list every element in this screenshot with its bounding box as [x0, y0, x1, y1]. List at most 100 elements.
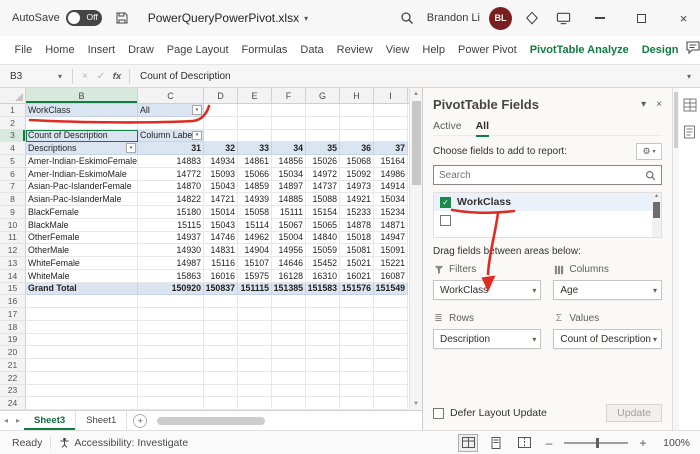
field-list-item-workclass[interactable]: ✓ WorkClass	[434, 193, 661, 211]
sheet-tab-sheet1[interactable]: Sheet1	[76, 411, 128, 430]
cell-F2[interactable]	[272, 116, 306, 130]
cell-G16[interactable]	[306, 295, 340, 308]
cell-C17[interactable]	[138, 308, 204, 321]
rail-grid-icon[interactable]	[681, 96, 698, 113]
cell-I9[interactable]: 15234	[374, 206, 408, 219]
cell-F14[interactable]: 16128	[272, 269, 306, 283]
cell-G14[interactable]: 16310	[306, 269, 340, 283]
cell-C9[interactable]: 15180	[138, 206, 204, 219]
cell-I6[interactable]: 14986	[374, 167, 408, 181]
column-header-G[interactable]: G	[306, 88, 340, 103]
cell-H20[interactable]	[340, 346, 374, 359]
cell-E20[interactable]	[238, 346, 272, 359]
autosave-toggle[interactable]: Off	[65, 10, 102, 26]
row-header-19[interactable]: 19	[0, 333, 26, 347]
ribbon-tab-draw[interactable]: Draw	[122, 36, 161, 64]
field-checkbox[interactable]	[440, 214, 451, 226]
cell-E10[interactable]: 15114	[238, 218, 272, 232]
cell-E15[interactable]: 151115	[238, 282, 272, 296]
cell-D3[interactable]	[204, 129, 238, 143]
row-header-10[interactable]: 10	[0, 218, 26, 232]
cell-G23[interactable]	[306, 384, 340, 398]
cell-B1[interactable]: WorkClass	[26, 104, 138, 117]
values-item-count-of-description[interactable]: Count of Description ▾	[553, 329, 662, 349]
cell-B7[interactable]: Asian-Pac-IslanderFemale	[26, 180, 138, 194]
cell-G8[interactable]: 15088	[306, 193, 340, 206]
cell-C6[interactable]: 14772	[138, 167, 204, 181]
cell-F20[interactable]	[272, 346, 306, 359]
cell-H23[interactable]	[340, 384, 374, 398]
cell-D10[interactable]: 15043	[204, 218, 238, 232]
cell-D13[interactable]: 15116	[204, 257, 238, 270]
cell-E23[interactable]	[238, 384, 272, 398]
cell-C3[interactable]: Column Labels ▾	[138, 129, 204, 143]
insert-function-icon[interactable]: fx	[109, 71, 125, 82]
ribbon-tab-insert[interactable]: Insert	[81, 36, 122, 64]
cell-D8[interactable]: 14721	[204, 193, 238, 206]
pane-options-icon[interactable]: ▾	[641, 99, 646, 110]
cell-H2[interactable]	[340, 116, 374, 130]
cell-D21[interactable]	[204, 359, 238, 372]
minimize-button[interactable]	[583, 0, 616, 36]
autosave-control[interactable]: AutoSave Off	[12, 10, 102, 26]
cell-B21[interactable]	[26, 359, 138, 372]
cell-F16[interactable]	[272, 295, 306, 308]
cell-D14[interactable]: 16016	[204, 269, 238, 283]
cell-B9[interactable]: BlackFemale	[26, 206, 138, 219]
cell-G3[interactable]	[306, 129, 340, 143]
cell-E19[interactable]	[238, 333, 272, 347]
cell-F8[interactable]: 14885	[272, 193, 306, 206]
cell-E12[interactable]: 14904	[238, 244, 272, 257]
zoom-percentage[interactable]: 100%	[658, 437, 690, 449]
row-header-7[interactable]: 7	[0, 180, 26, 194]
column-header-I[interactable]: I	[374, 88, 408, 103]
column-header-D[interactable]: D	[204, 88, 238, 103]
cell-G6[interactable]: 14972	[306, 167, 340, 181]
row-header-22[interactable]: 22	[0, 371, 26, 385]
column-header-B[interactable]: B	[26, 88, 138, 103]
cell-G9[interactable]: 15154	[306, 206, 340, 219]
sheet-nav-left-icon[interactable]: ◂	[0, 416, 12, 425]
cell-C10[interactable]: 15115	[138, 218, 204, 232]
row-header-14[interactable]: 14	[0, 269, 26, 283]
cell-C24[interactable]	[138, 397, 204, 410]
row-header-5[interactable]: 5	[0, 155, 26, 168]
cell-F6[interactable]: 15034	[272, 167, 306, 181]
cell-D7[interactable]: 15043	[204, 180, 238, 194]
ribbon-tab-power-pivot[interactable]: Power Pivot	[452, 36, 524, 64]
field-list-scroll-thumb[interactable]	[653, 202, 660, 218]
formula-input[interactable]: Count of Description	[134, 71, 678, 82]
cell-I13[interactable]: 15221	[374, 257, 408, 270]
cell-G5[interactable]: 15026	[306, 155, 340, 168]
cell-F13[interactable]: 14646	[272, 257, 306, 270]
cell-I22[interactable]	[374, 371, 408, 385]
cell-G18[interactable]	[306, 320, 340, 334]
row-header-15[interactable]: 15	[0, 282, 26, 296]
cell-D15[interactable]: 150837	[204, 282, 238, 296]
cell-B19[interactable]	[26, 333, 138, 347]
cell-I17[interactable]	[374, 308, 408, 321]
cell-B12[interactable]: OtherMale	[26, 244, 138, 257]
column-header-C[interactable]: C	[138, 88, 204, 103]
ribbon-tab-formulas[interactable]: Formulas	[235, 36, 294, 64]
row-header-16[interactable]: 16	[0, 295, 26, 308]
select-all-corner[interactable]	[0, 88, 26, 103]
cell-B15[interactable]: Grand Total	[26, 282, 138, 296]
zoom-in-button[interactable]: +	[636, 436, 650, 450]
maximize-button[interactable]	[625, 0, 658, 36]
cell-H12[interactable]: 15081	[340, 244, 374, 257]
cell-I11[interactable]: 14947	[374, 231, 408, 245]
cell-E11[interactable]: 14962	[238, 231, 272, 245]
cell-C5[interactable]: 14883	[138, 155, 204, 168]
cell-E22[interactable]	[238, 371, 272, 385]
cell-C19[interactable]	[138, 333, 204, 347]
cell-B11[interactable]: OtherFemale	[26, 231, 138, 245]
cell-B17[interactable]	[26, 308, 138, 321]
cell-D11[interactable]: 14746	[204, 231, 238, 245]
cell-B24[interactable]	[26, 397, 138, 410]
cell-G19[interactable]	[306, 333, 340, 347]
cell-E17[interactable]	[238, 308, 272, 321]
cell-E8[interactable]: 14939	[238, 193, 272, 206]
row-header-21[interactable]: 21	[0, 359, 26, 372]
pane-close-icon[interactable]: ×	[656, 99, 662, 110]
